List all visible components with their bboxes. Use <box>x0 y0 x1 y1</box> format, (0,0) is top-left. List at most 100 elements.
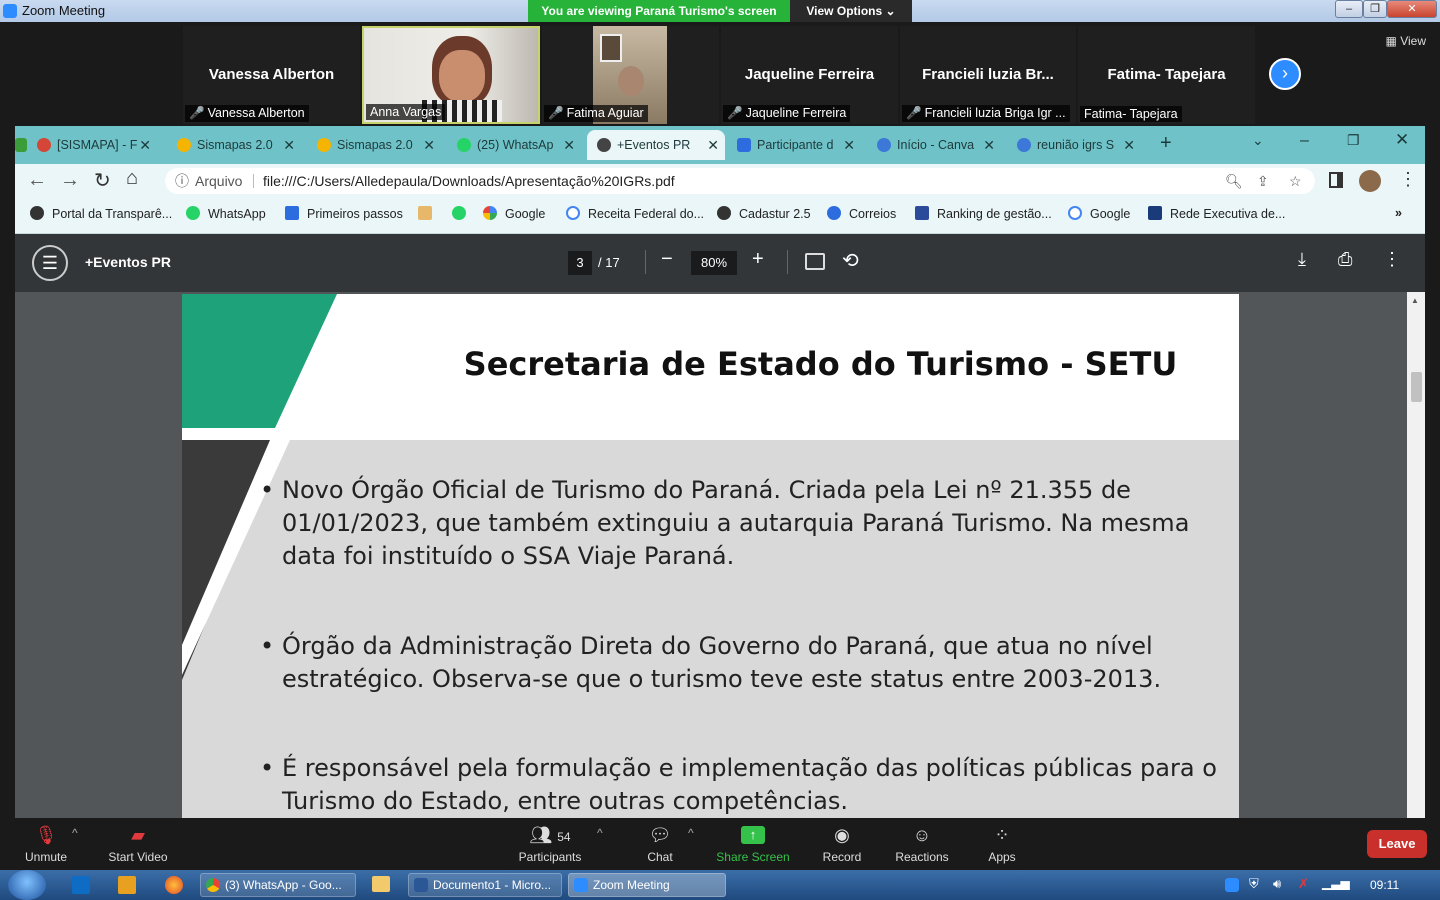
back-arrow-icon[interactable]: ← <box>27 169 47 192</box>
home-icon[interactable]: ⌂ <box>126 167 138 190</box>
view-options-button[interactable]: View Options ⌄ <box>790 0 912 22</box>
taskbar-item[interactable]: Documento1 - Micro... <box>408 873 562 897</box>
outlook-icon[interactable] <box>72 876 90 894</box>
rotate-icon[interactable]: ⟲ <box>842 248 859 273</box>
close-icon[interactable]: ✕ <box>843 130 855 160</box>
tab[interactable]: Sismapas 2.0 ✕ <box>167 130 301 160</box>
participant-tile[interactable]: Vanessa Alberton 🎤 Vanessa Alberton <box>183 26 360 124</box>
tab-active[interactable]: +Eventos PR ✕ <box>587 130 725 160</box>
network-icon <box>1148 206 1162 220</box>
close-icon[interactable]: ✕ <box>983 130 995 160</box>
sidepanel-icon[interactable] <box>1329 172 1343 188</box>
participant-tile[interactable]: Fatima- Tapejara Fatima- Tapejara <box>1078 26 1255 124</box>
close-window-icon[interactable]: ✕ <box>1395 130 1409 150</box>
start-button-icon[interactable] <box>8 870 46 900</box>
tab[interactable]: reunião igrs S ✕ <box>1007 130 1141 160</box>
tab[interactable]: Início - Canva ✕ <box>867 130 1001 160</box>
address-bar[interactable]: ⓘ Arquivo file:///C:/Users/Alledepaula/D… <box>165 168 1315 194</box>
tab[interactable]: (25) WhatsAp ✕ <box>447 130 581 160</box>
bookmark-icon-only[interactable] <box>452 206 474 221</box>
view-button[interactable]: ▦ View <box>1386 34 1426 48</box>
zoom-in-icon[interactable]: + <box>752 248 764 271</box>
menu-dots-icon[interactable]: ⋮ <box>1399 169 1417 190</box>
page-number-input[interactable]: 3 <box>568 251 592 275</box>
restore-icon[interactable]: ❐ <box>1347 132 1360 149</box>
share-icon[interactable]: ⇪ <box>1257 168 1269 194</box>
print-icon[interactable]: ⎙ <box>1338 249 1352 270</box>
bookmark[interactable]: Correios <box>827 206 896 221</box>
tab[interactable]: Sismapas 2.0 ✕ <box>307 130 441 160</box>
record-button[interactable]: ◉ Record <box>802 818 882 870</box>
bookmark[interactable]: Ranking de gestão... <box>915 206 1052 221</box>
bookmark[interactable]: WhatsApp <box>186 206 266 221</box>
zoom-level-input[interactable]: 80% <box>691 251 737 275</box>
pdf-viewer[interactable]: Secretaria de Estado do Turismo - SETU •… <box>15 292 1425 818</box>
bookmark-icon-only[interactable] <box>418 206 440 221</box>
download-icon[interactable]: ⤓ <box>1298 249 1306 270</box>
fit-page-icon[interactable] <box>805 253 825 270</box>
more-bookmarks-icon[interactable]: » <box>1395 206 1402 220</box>
close-icon[interactable]: ✕ <box>707 130 719 160</box>
scrollbar-thumb[interactable] <box>1411 372 1422 402</box>
minimize-button[interactable]: – <box>1335 0 1363 18</box>
bookmark[interactable]: Rede Executiva de... <box>1148 206 1285 221</box>
participant-tile-active-speaker[interactable]: Anna Vargas <box>362 26 540 124</box>
bookmark[interactable]: Google <box>1068 206 1130 221</box>
close-button[interactable]: ✕ <box>1387 0 1437 18</box>
taskbar-item-active[interactable]: Zoom Meeting <box>568 873 726 897</box>
close-icon[interactable]: ✕ <box>563 130 575 160</box>
new-tab-plus-icon[interactable]: + <box>1160 132 1172 155</box>
minimize-icon[interactable]: – <box>1300 132 1309 150</box>
bookmark[interactable]: Cadastur 2.5 <box>717 206 811 221</box>
scrollbar-track[interactable]: ▲ <box>1407 292 1425 818</box>
avatar[interactable] <box>1359 170 1381 192</box>
taskbar-item[interactable]: (3) WhatsApp - Goo... <box>200 873 356 897</box>
hamburger-menu-icon[interactable]: ☰ <box>32 245 68 281</box>
close-icon[interactable]: ✕ <box>1123 130 1135 160</box>
zoom-magnifier-icon[interactable]: 🔍︎ <box>1225 168 1243 194</box>
signal-icon[interactable]: ▁▃▅ <box>1322 876 1350 890</box>
share-screen-button[interactable]: ↑ Share Screen <box>713 818 793 870</box>
zoom-out-icon[interactable]: − <box>661 248 673 271</box>
tab-search-chevron-icon[interactable]: ⌄ <box>1252 132 1264 149</box>
participant-tile[interactable]: Jaqueline Ferreira 🎤 Jaqueline Ferreira <box>721 26 898 124</box>
apps-button[interactable]: ⁘ Apps <box>962 818 1042 870</box>
zoom-tray-icon[interactable] <box>1225 878 1239 892</box>
audio-options-chevron-icon[interactable]: ^ <box>72 826 78 840</box>
bookmark[interactable]: Portal da Transparê... <box>30 206 172 221</box>
bookmark[interactable]: Google <box>483 206 545 221</box>
network-disconnected-icon[interactable]: ✗ <box>1298 876 1309 892</box>
bookmark[interactable]: Primeiros passos <box>285 206 403 221</box>
view-options-label: View Options <box>806 4 883 18</box>
firefox-icon[interactable] <box>165 876 183 894</box>
scroll-up-icon[interactable]: ▲ <box>1411 296 1419 305</box>
pdf-toolbar: ☰ +Eventos PR 3 / 17 − 80% + ⟲ ⤓ ⎙ ⋮ <box>15 234 1425 292</box>
tab[interactable]: Participante d ✕ <box>727 130 861 160</box>
clock[interactable]: 09:11 <box>1370 878 1399 892</box>
media-player-icon[interactable] <box>118 876 136 894</box>
participant-tile[interactable]: Francieli luzia Br... 🎤 Francieli luzia B… <box>900 26 1076 124</box>
next-page-arrow-icon[interactable]: › <box>1269 58 1301 90</box>
participants-button[interactable]: 👥︎ 54 Participants <box>510 818 590 870</box>
globe-icon <box>597 138 611 152</box>
folder-icon[interactable] <box>372 876 390 892</box>
volume-icon[interactable]: 🔊︎ <box>1273 876 1281 892</box>
close-icon[interactable]: ✕ <box>139 130 151 160</box>
bookmark[interactable]: Receita Federal do... <box>566 206 704 221</box>
chat-chevron-icon[interactable]: ^ <box>688 826 694 840</box>
participants-chevron-icon[interactable]: ^ <box>597 826 603 840</box>
reload-icon[interactable]: ↻ <box>94 168 111 193</box>
more-options-icon[interactable]: ⋮ <box>1383 249 1401 270</box>
leave-button[interactable]: Leave <box>1367 830 1427 858</box>
tab[interactable]: [SISMAPA] - F ✕ <box>27 130 157 160</box>
google-g-icon <box>1068 206 1082 220</box>
participant-tile[interactable]: 🎤 Fatima Aguiar <box>542 26 719 124</box>
forward-arrow-icon[interactable]: → <box>60 169 80 192</box>
maximize-button[interactable]: ❐ <box>1363 0 1387 18</box>
network-tray-icon[interactable]: ⛨ <box>1249 876 1259 892</box>
start-video-button[interactable]: ▰ Start Video <box>98 818 178 870</box>
close-icon[interactable]: ✕ <box>423 130 435 160</box>
star-icon[interactable]: ☆ <box>1289 168 1302 194</box>
close-icon[interactable]: ✕ <box>283 130 295 160</box>
reactions-button[interactable]: ☺ Reactions <box>882 818 962 870</box>
